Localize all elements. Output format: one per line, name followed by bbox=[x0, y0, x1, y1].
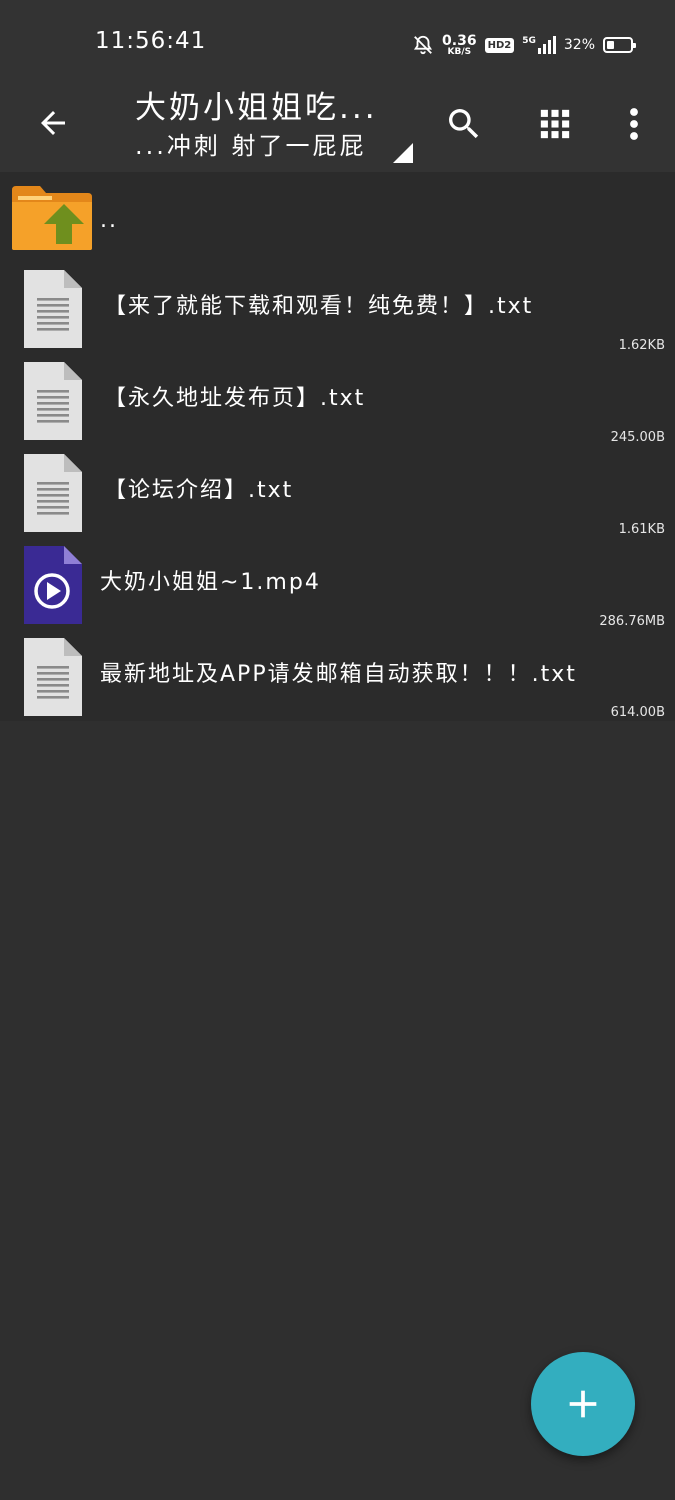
battery-icon bbox=[603, 37, 636, 53]
folder-subtitle: ...冲刺 射了一屁屁 bbox=[135, 132, 367, 160]
search-icon bbox=[449, 109, 479, 139]
file-name: 【永久地址发布页】.txt bbox=[104, 386, 366, 411]
notification-muted-icon bbox=[413, 35, 433, 55]
file-size: 1.62KB bbox=[618, 338, 665, 353]
network-type: 5G bbox=[522, 36, 536, 46]
net-speed-unit: KB/S bbox=[447, 46, 472, 57]
parent-folder-label: .. bbox=[100, 208, 118, 233]
parent-folder-row[interactable]: .. bbox=[0, 172, 675, 264]
status-bar: 11:56:41 0.36 KB/S HD2 5G 32% bbox=[0, 0, 675, 80]
file-size: 245.00B bbox=[610, 430, 665, 445]
back-button[interactable] bbox=[26, 96, 80, 150]
hd-badge: HD2 bbox=[484, 37, 515, 53]
add-fab-button[interactable] bbox=[531, 1352, 635, 1456]
status-icons: 0.36 KB/S HD2 5G 32% bbox=[412, 30, 636, 60]
file-list: .. 【来了就能下载和观看！纯免费！】.txt 1.62KB 【永久地址发布页】… bbox=[0, 172, 675, 721]
status-time: 11:56:41 bbox=[95, 28, 207, 54]
file-name: 最新地址及APP请发邮箱自动获取！！！.txt bbox=[100, 662, 577, 687]
text-file-icon bbox=[24, 638, 82, 716]
folder-title: 大奶小姐姐吃... bbox=[135, 90, 378, 126]
more-options-button[interactable] bbox=[606, 96, 662, 152]
grid-view-icon bbox=[540, 109, 570, 139]
search-button[interactable] bbox=[436, 96, 492, 152]
net-speed-value: 0.36 bbox=[442, 32, 477, 49]
file-row[interactable]: 【永久地址发布页】.txt 245.00B bbox=[0, 356, 675, 448]
file-size: 1.61KB bbox=[618, 522, 665, 537]
cell-signal-icon: 5G bbox=[522, 36, 556, 54]
video-file-icon bbox=[24, 546, 82, 624]
screen: 11:56:41 0.36 KB/S HD2 5G 32% 大奶小姐姐吃... … bbox=[0, 0, 675, 1500]
plus-icon bbox=[569, 1390, 597, 1418]
file-row[interactable]: 最新地址及APP请发邮箱自动获取！！！.txt 614.00B bbox=[0, 632, 675, 721]
more-vert-icon bbox=[630, 108, 638, 140]
toolbar: 大奶小姐姐吃... ...冲刺 射了一屁屁 bbox=[0, 80, 675, 172]
arrow-back-icon bbox=[41, 111, 65, 135]
file-row[interactable]: 【来了就能下载和观看！纯免费！】.txt 1.62KB bbox=[0, 264, 675, 356]
text-file-icon bbox=[24, 270, 82, 348]
file-name: 【论坛介绍】.txt bbox=[104, 478, 294, 503]
battery-fill bbox=[607, 41, 614, 49]
folder-up-icon bbox=[12, 186, 92, 250]
net-speed: 0.36 KB/S bbox=[442, 34, 477, 57]
path-title[interactable]: 大奶小姐姐吃... ...冲刺 射了一屁屁 bbox=[135, 80, 420, 172]
file-row[interactable]: 大奶小姐姐~1.mp4 286.76MB bbox=[0, 540, 675, 632]
file-size: 614.00B bbox=[610, 705, 665, 720]
battery-percent: 32% bbox=[563, 37, 595, 53]
file-row[interactable]: 【论坛介绍】.txt 1.61KB bbox=[0, 448, 675, 540]
file-name: 大奶小姐姐~1.mp4 bbox=[100, 570, 321, 595]
dropdown-corner-icon bbox=[393, 143, 413, 163]
text-file-icon bbox=[24, 454, 82, 532]
file-name: 【来了就能下载和观看！纯免费！】.txt bbox=[104, 294, 534, 319]
file-size: 286.76MB bbox=[599, 614, 665, 629]
text-file-icon bbox=[24, 362, 82, 440]
view-mode-button[interactable] bbox=[527, 96, 583, 152]
